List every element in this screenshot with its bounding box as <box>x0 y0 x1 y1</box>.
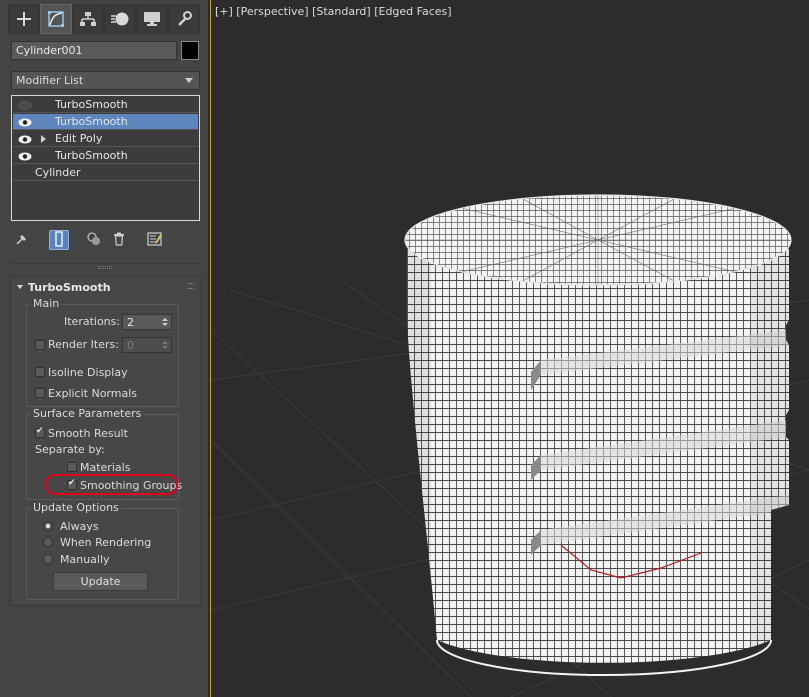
stack-item-turbosmooth-top[interactable]: TurboSmooth <box>13 97 198 113</box>
spinner-down-icon[interactable] <box>162 323 168 326</box>
render-iters-value: 0 <box>127 339 134 352</box>
separate-by-label: Separate by: <box>35 443 105 456</box>
stack-item-label: Cylinder <box>35 166 81 179</box>
rollout-header[interactable]: TurboSmooth <box>17 281 111 294</box>
cylinder-top-radial-lines <box>405 195 791 285</box>
main-group: Main Iterations: 2 Render Iters: 0 Isoli… <box>26 297 179 407</box>
manually-label: Manually <box>60 553 110 566</box>
expand-triangle-icon[interactable] <box>41 135 46 143</box>
hierarchy-icon <box>79 11 97 27</box>
pin-icon <box>15 232 29 249</box>
group-title: Update Options <box>31 501 121 514</box>
cylinder-mesh-body <box>407 240 789 663</box>
wrench-icon <box>176 11 192 27</box>
group-title: Surface Parameters <box>31 407 144 420</box>
collapse-caret-icon <box>17 285 23 289</box>
eye-icon[interactable] <box>18 117 32 130</box>
modify-tab[interactable] <box>40 4 72 34</box>
render-iters-spinner[interactable]: 0 <box>122 337 172 353</box>
utilities-tab[interactable] <box>168 4 200 34</box>
make-unique-icon <box>86 231 102 250</box>
iterations-value: 2 <box>127 316 134 329</box>
stack-item-label: TurboSmooth <box>55 98 128 111</box>
explicit-normals-checkbox[interactable] <box>35 388 45 398</box>
splitter-grip[interactable] <box>98 266 112 269</box>
modify-curve-icon <box>47 10 65 28</box>
plus-icon <box>16 11 32 27</box>
configure-sets-icon <box>147 231 163 250</box>
motion-icon <box>110 11 130 27</box>
show-end-result-icon <box>54 230 64 250</box>
modifier-list-label: Modifier List <box>16 74 84 87</box>
manually-radio[interactable] <box>43 554 53 564</box>
surface-parameters-group: Surface Parameters Smooth Result Separat… <box>26 407 183 500</box>
stack-item-turbosmooth-bottom[interactable]: TurboSmooth <box>13 148 198 164</box>
when-rendering-radio[interactable] <box>43 537 53 547</box>
chevron-down-icon <box>185 78 193 83</box>
display-tab[interactable] <box>136 4 168 34</box>
motion-tab[interactable] <box>104 4 136 34</box>
rollout-drag-handle[interactable] <box>188 283 194 289</box>
isoline-display-label: Isoline Display <box>48 366 128 379</box>
smoothing-groups-checkbox[interactable] <box>67 478 77 490</box>
stack-item-turbosmooth-selected[interactable]: TurboSmooth <box>13 114 198 130</box>
smooth-result-checkbox[interactable] <box>35 426 45 438</box>
hierarchy-tab[interactable] <box>72 4 104 34</box>
eye-icon[interactable] <box>18 151 32 164</box>
rollout-title: TurboSmooth <box>28 281 111 294</box>
panel-splitter[interactable] <box>10 263 200 269</box>
perspective-viewport[interactable]: [+] [Perspective] [Standard] [Edged Face… <box>210 0 809 697</box>
always-label: Always <box>60 520 99 533</box>
stack-item-label: Edit Poly <box>55 132 103 145</box>
configure-sets-button[interactable] <box>145 230 165 250</box>
iterations-spinner[interactable]: 2 <box>122 314 172 330</box>
isoline-display-checkbox[interactable] <box>35 367 45 377</box>
command-panel-tabs <box>8 4 204 34</box>
when-rendering-label: When Rendering <box>60 536 152 549</box>
render-iters-checkbox[interactable] <box>35 340 45 350</box>
make-unique-button[interactable] <box>84 230 104 250</box>
trash-icon <box>113 232 125 249</box>
stack-item-label: TurboSmooth <box>55 115 128 128</box>
always-radio[interactable] <box>43 521 53 531</box>
viewport-label[interactable]: [+] [Perspective] [Standard] [Edged Face… <box>215 5 452 18</box>
explicit-normals-label: Explicit Normals <box>48 387 137 400</box>
pin-stack-button[interactable] <box>12 230 32 250</box>
object-color-swatch[interactable] <box>181 41 199 60</box>
create-tab[interactable] <box>8 4 40 34</box>
viewport-canvas <box>211 194 809 697</box>
iterations-label: Iterations: <box>64 315 121 328</box>
materials-checkbox[interactable] <box>67 462 77 472</box>
modifier-stack: TurboSmooth TurboSmooth Edit Poly TurboS… <box>11 95 200 221</box>
materials-label: Materials <box>80 461 131 474</box>
group-title: Main <box>31 297 62 310</box>
command-panel: Cylinder001 Modifier List TurboSmooth Tu… <box>0 0 209 697</box>
remove-modifier-button[interactable] <box>109 230 129 250</box>
spinner-up-icon[interactable] <box>162 341 168 344</box>
object-name-field[interactable]: Cylinder001 <box>11 41 177 60</box>
spinner-down-icon[interactable] <box>162 346 168 349</box>
update-button[interactable]: Update <box>53 572 148 591</box>
stack-item-label: TurboSmooth <box>55 149 128 162</box>
smooth-result-label: Smooth Result <box>48 427 128 440</box>
render-iters-label: Render Iters: <box>48 338 119 351</box>
eye-off-icon[interactable] <box>18 100 32 113</box>
turbosmooth-rollout: TurboSmooth Main Iterations: 2 Render It… <box>10 276 201 606</box>
monitor-icon <box>143 11 161 27</box>
smoothing-groups-label: Smoothing Groups <box>80 479 183 492</box>
eye-icon[interactable] <box>18 134 32 147</box>
stack-item-edit-poly[interactable]: Edit Poly <box>13 131 198 147</box>
stack-toolbar <box>12 230 202 252</box>
spinner-up-icon[interactable] <box>162 318 168 321</box>
stack-item-cylinder[interactable]: Cylinder <box>13 165 198 181</box>
show-end-result-button[interactable] <box>49 230 69 250</box>
modifier-list-dropdown[interactable]: Modifier List <box>11 71 200 90</box>
